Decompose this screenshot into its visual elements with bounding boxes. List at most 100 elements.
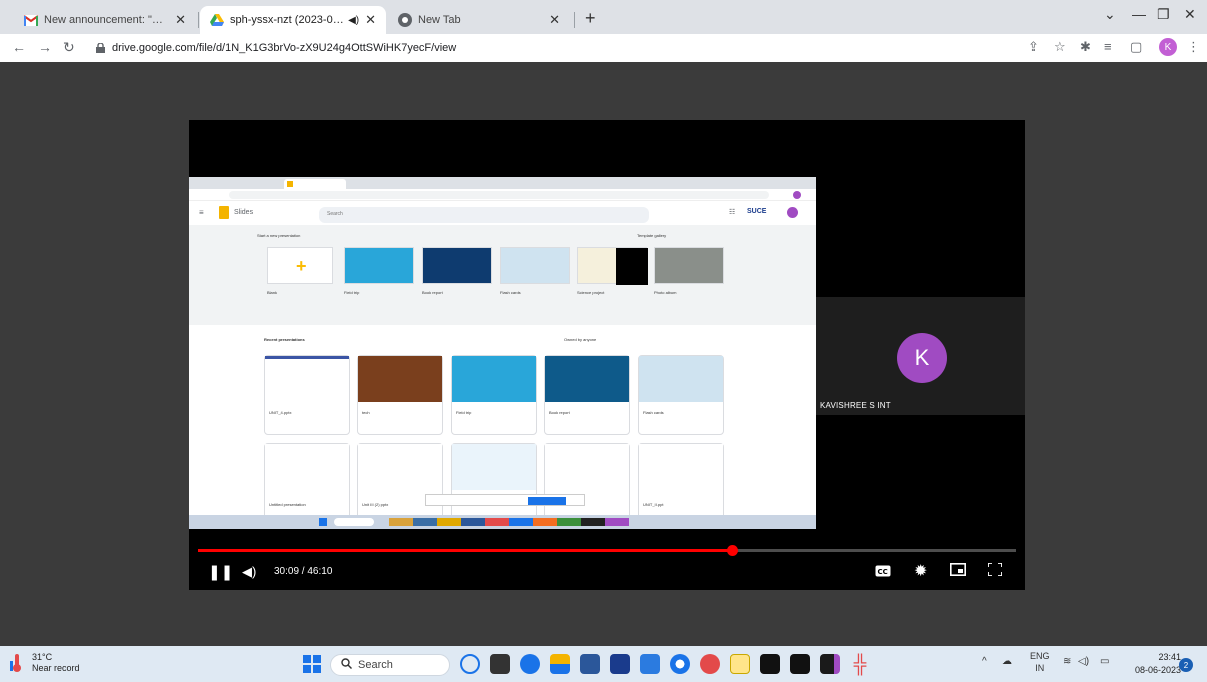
minimize-button[interactable]: — — [1132, 6, 1146, 22]
profile-avatar[interactable]: K — [1159, 38, 1177, 56]
tab-title: New Tab — [418, 14, 461, 26]
taskbar-search-box[interactable]: Search — [330, 654, 450, 676]
browser-toolbar: ← → ↻ drive.google.com/file/d/1N_K1G3brV… — [0, 34, 1207, 62]
battery-icon[interactable]: ▭ — [1100, 656, 1109, 667]
inner-avatar — [787, 207, 798, 218]
close-window-button[interactable]: ✕ — [1184, 6, 1196, 23]
forward-arrow-icon[interactable]: → — [38, 39, 52, 55]
system-clock[interactable]: 23:41 08-06-2023 — [1135, 651, 1181, 677]
taskbar-search-label: Search — [358, 659, 393, 671]
recent-file-name: Book report — [549, 410, 570, 415]
svg-text:CC: CC — [878, 568, 888, 576]
share-icon[interactable]: ⇪ — [1028, 39, 1039, 55]
slides-logo-icon — [219, 206, 229, 219]
notepad-icon[interactable] — [730, 654, 750, 674]
thermometer-icon — [10, 653, 24, 673]
captions-icon[interactable]: CC — [875, 564, 891, 580]
reading-list-icon[interactable]: ≡ — [1104, 39, 1112, 54]
url-text: drive.google.com/file/d/1N_K1G3brVo-zX9U… — [112, 42, 457, 54]
weather-widget[interactable]: 31°C Near record — [10, 652, 80, 674]
address-bar[interactable]: drive.google.com/file/d/1N_K1G3brVo-zX9U… — [96, 38, 1016, 58]
video-progress-fill — [198, 549, 733, 552]
template-label: Field trip — [344, 290, 360, 295]
browser-tab-strip: New announcement: "Day 5 lin ✕ sph-yssx-… — [0, 0, 1207, 34]
edge-browser-icon[interactable] — [670, 654, 690, 674]
template-science-project-thumb — [577, 247, 648, 285]
dropbox-icon[interactable] — [610, 654, 630, 674]
video-progress-bar[interactable] — [198, 545, 1016, 556]
recent-file-name: tech — [362, 410, 370, 415]
recent-file-card — [451, 443, 537, 523]
settings-gear-icon[interactable]: ✹ — [914, 561, 927, 581]
template-blank-thumb: + — [267, 247, 333, 284]
speaker-icon[interactable]: ◀) — [348, 15, 359, 26]
windows-taskbar: 31°C Near record Search ╬ ^ ☁ ENG IN ≋ ◁… — [0, 646, 1207, 682]
chat-icon[interactable] — [520, 654, 540, 674]
terminal-icon[interactable] — [760, 654, 780, 674]
drive-icon — [210, 13, 224, 27]
inner-search-text: Search — [327, 211, 343, 217]
recent-file-card: Flash cards — [638, 355, 724, 435]
template-label: Photo album — [654, 290, 677, 295]
tab-title: New announcement: "Day 5 lin — [44, 14, 170, 26]
search-icon — [341, 658, 352, 672]
inner-app-name: Slides — [234, 209, 254, 216]
recent-file-card: Unit III (2) pptx — [357, 443, 443, 523]
show-hidden-icons-chevron[interactable]: ^ — [982, 656, 987, 667]
calculator-icon[interactable] — [580, 654, 600, 674]
back-arrow-icon[interactable]: ← — [12, 39, 26, 55]
onedrive-icon[interactable]: ☁ — [1002, 656, 1012, 667]
inner-brand-logo: SUCE — [747, 208, 767, 215]
file-explorer-icon[interactable] — [460, 654, 480, 674]
pinned-app-icon[interactable]: ╬ — [850, 654, 870, 674]
recent-file-name: Field trip — [456, 410, 472, 415]
wifi-icon[interactable]: ≋ — [1063, 656, 1071, 667]
tab-divider — [574, 12, 575, 28]
template-field-trip-thumb — [344, 247, 414, 284]
recent-file-name: Flash cards — [643, 410, 664, 415]
close-tab-icon[interactable]: ✕ — [365, 12, 376, 28]
restore-button[interactable]: ❐ — [1157, 6, 1170, 23]
more-menu-icon[interactable]: ⋮ — [1187, 39, 1200, 55]
notification-badge[interactable]: 2 — [1179, 658, 1193, 672]
video-time-display: 30:09 / 46:10 — [274, 566, 333, 577]
tab-gmail[interactable]: New announcement: "Day 5 lin ✕ — [14, 6, 196, 34]
extensions-icon[interactable]: ✱ — [1080, 39, 1091, 55]
inner-template-gallery: Template gallery — [637, 233, 667, 238]
recent-file-name: UNIT_II.ppt — [643, 502, 664, 507]
inner-owned-by: Owned by anyone — [564, 337, 597, 342]
inner-start-heading: Start a new presentation — [257, 233, 301, 238]
store-icon[interactable] — [640, 654, 660, 674]
files-icon[interactable] — [550, 654, 570, 674]
reload-icon[interactable]: ↻ — [63, 39, 75, 56]
volume-tray-icon[interactable]: ◁) — [1078, 656, 1089, 667]
pause-icon[interactable]: ❚❚ — [208, 563, 233, 581]
chrome-taskbar-icon[interactable] — [700, 654, 720, 674]
template-book-report-thumb — [422, 247, 492, 284]
task-view-icon[interactable] — [490, 654, 510, 674]
gmail-icon — [24, 13, 38, 27]
recent-file-card: UNIT_4.pptx — [264, 355, 350, 435]
inner-menu-icon: ≡ — [199, 208, 204, 217]
clock-date: 08-06-2023 — [1135, 665, 1182, 675]
close-tab-icon[interactable]: ✕ — [549, 12, 560, 28]
volume-icon[interactable]: ◀) — [242, 564, 256, 580]
weather-description: Near record — [32, 663, 80, 673]
tab-new-tab[interactable]: New Tab ✕ — [388, 6, 570, 34]
tab-drive[interactable]: sph-yssx-nzt (2023-04-26 11 ◀) ✕ — [200, 6, 386, 34]
windows-start-icon[interactable] — [302, 654, 322, 674]
app-icon[interactable] — [790, 654, 810, 674]
tab-divider — [198, 12, 199, 28]
close-tab-icon[interactable]: ✕ — [175, 12, 186, 28]
side-panel-icon[interactable]: ▢ — [1130, 39, 1142, 55]
tab-search-chevron-icon[interactable]: ⌄ — [1104, 6, 1116, 23]
fullscreen-icon[interactable] — [987, 562, 1003, 579]
clock-time: 23:41 — [1158, 652, 1182, 662]
inner-tab-strip — [189, 177, 816, 189]
recent-file-card: Untitled presentation — [264, 443, 350, 523]
meet-app-icon[interactable] — [820, 654, 840, 674]
miniplayer-icon[interactable] — [950, 563, 966, 579]
language-indicator[interactable]: ENG IN — [1030, 650, 1050, 674]
bookmark-star-icon[interactable]: ☆ — [1054, 39, 1066, 55]
new-tab-button[interactable]: + — [585, 8, 596, 29]
